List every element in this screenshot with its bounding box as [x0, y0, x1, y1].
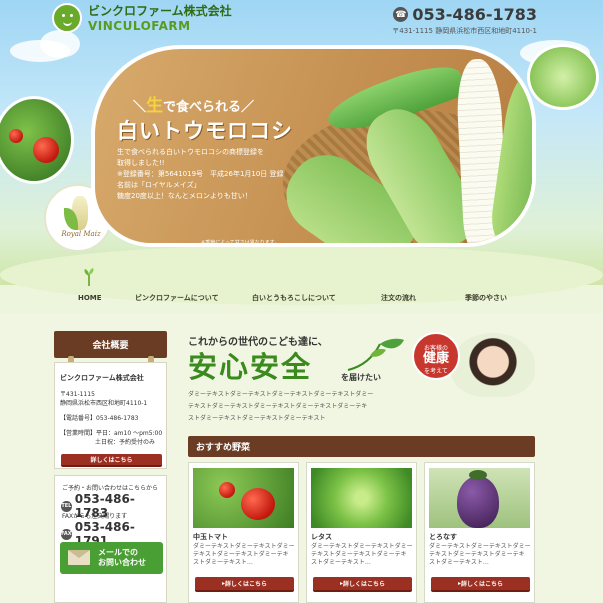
- hero-note: ※季節によって甘さは異なります。: [201, 240, 280, 246]
- company-name-jp: ビンクロファーム株式会社: [88, 4, 232, 18]
- health-badge: お客様の 健康 を考えて: [412, 332, 460, 380]
- main-nav: HOME ビンクロファームについて 白いとうもろこしについて 注文の流れ 季節の…: [0, 285, 603, 311]
- nav-home[interactable]: HOME: [78, 294, 102, 302]
- child-photo: [451, 333, 535, 397]
- nav-white-corn[interactable]: 白いとうもろこしについて: [252, 293, 336, 303]
- catch-copy-tail: を届けたい: [341, 373, 381, 382]
- header-phone[interactable]: ☎ 053-486-1783: [393, 5, 537, 24]
- card-text: ダミーテキストダミーテキストダミー テキストダミーテキストダミーテキ ストダミーテキ…: [311, 543, 413, 566]
- contact-note: ご予約・お問い合わせはこちらから: [62, 485, 159, 492]
- hero-lead: ＼生で食べられる／: [133, 96, 255, 116]
- mail-inquiry-button[interactable]: メールでの お問い合わせ: [60, 542, 163, 574]
- header-phone-number: 053-486-1783: [412, 5, 537, 24]
- catch-copy-big: 安心安全: [188, 350, 313, 384]
- lettuce-photo: [527, 44, 599, 110]
- header-address: 〒431-1115 静岡県浜松市西区和地町4110-1: [392, 27, 537, 35]
- nav-order-flow[interactable]: 注文の流れ: [381, 293, 416, 303]
- company-details-button[interactable]: 詳しくはこちら: [61, 454, 162, 467]
- sidebar-heading: 会社概要: [54, 331, 167, 358]
- company-info-hours-weekend: 土日祝：予約受付のみ: [95, 439, 156, 446]
- hero-banner: ＼生で食べられる／ 白いトウモロコシ 生で食べられる白いトウモロコシの商標登録を…: [91, 45, 536, 247]
- tomato-photo: [193, 468, 294, 528]
- company-info-address: 静岡県浜松市西区和地町4110-1: [60, 400, 148, 407]
- card-title: 中玉トマト: [193, 533, 228, 541]
- company-info-hours: 【営業時間】平日：am10 〜pm5:00: [60, 430, 163, 437]
- royal-maiz-text: Royal Maiz: [61, 230, 101, 238]
- hero-title: 白いトウモロコシ: [117, 119, 293, 143]
- phone-icon: ☎: [393, 7, 409, 22]
- site-logo[interactable]: ビンクロファーム株式会社 VINCULOFARM: [52, 2, 232, 33]
- nav-seasonal[interactable]: 季節のやさい: [465, 293, 507, 303]
- card-text: ダミーテキストダミーテキストダミー テキストダミーテキストダミーテキ ストダミーテキ…: [429, 543, 531, 566]
- sprout-icon: [84, 268, 94, 286]
- hero-description: 生で食べられる白いトウモロコシの商標登録を 取得しました!! ※登録番号：第56…: [117, 148, 284, 200]
- company-info-zip: 〒431-1115: [60, 391, 95, 398]
- company-info-name: ビンクロファーム株式会社: [60, 374, 144, 382]
- vegetable-card-tomato: 中玉トマト ダミーテキストダミーテキストダミー テキストダミーテキストダミーテキス…: [188, 462, 299, 603]
- card-text: ダミーテキストダミーテキストダミー テキストダミーテキストダミーテキ ストダミーテキ…: [193, 543, 295, 566]
- fax-note: FAXからも注文賜ります: [62, 513, 128, 520]
- phone-icon: TEL: [61, 500, 72, 512]
- cloud-decoration: [40, 30, 80, 58]
- company-name-en: VINCULOFARM: [88, 19, 191, 33]
- card-details-button[interactable]: ▸ 詳しくはこちら: [195, 577, 294, 592]
- card-title: レタス: [311, 533, 332, 541]
- leaf-swoosh-icon: [347, 338, 404, 371]
- recommended-section-heading: おすすめ野菜: [188, 436, 535, 457]
- vegetable-card-eggplant: とろなす ダミーテキストダミーテキストダミー テキストダミーテキストダミーテキ スト…: [424, 462, 535, 603]
- fax-icon: FAX: [61, 528, 72, 540]
- intro-text: ダミーテキストダミーテキストダミーテキストダミーテキストダミー テキストダミーテ…: [188, 391, 374, 422]
- sprout-face-icon: [52, 2, 82, 33]
- eggplant-photo: [429, 468, 530, 528]
- card-details-button[interactable]: ▸ 詳しくはこちら: [313, 577, 412, 592]
- nav-about[interactable]: ビンクロファームについて: [135, 293, 219, 303]
- card-title: とろなす: [429, 533, 457, 541]
- card-details-button[interactable]: ▸ 詳しくはこちら: [431, 577, 530, 592]
- company-info-tel: 【電話番号】053-486-1783: [60, 415, 139, 422]
- company-info-box: ビンクロファーム株式会社 〒431-1115 静岡県浜松市西区和地町4110-1…: [54, 362, 167, 469]
- lettuce-photo: [311, 468, 412, 528]
- vegetable-card-lettuce: レタス ダミーテキストダミーテキストダミー テキストダミーテキストダミーテキ ストダ…: [306, 462, 417, 603]
- contact-box: ご予約・お問い合わせはこちらから TEL 053-486-1783 FAXからも注…: [54, 475, 167, 603]
- envelope-icon: [68, 550, 90, 565]
